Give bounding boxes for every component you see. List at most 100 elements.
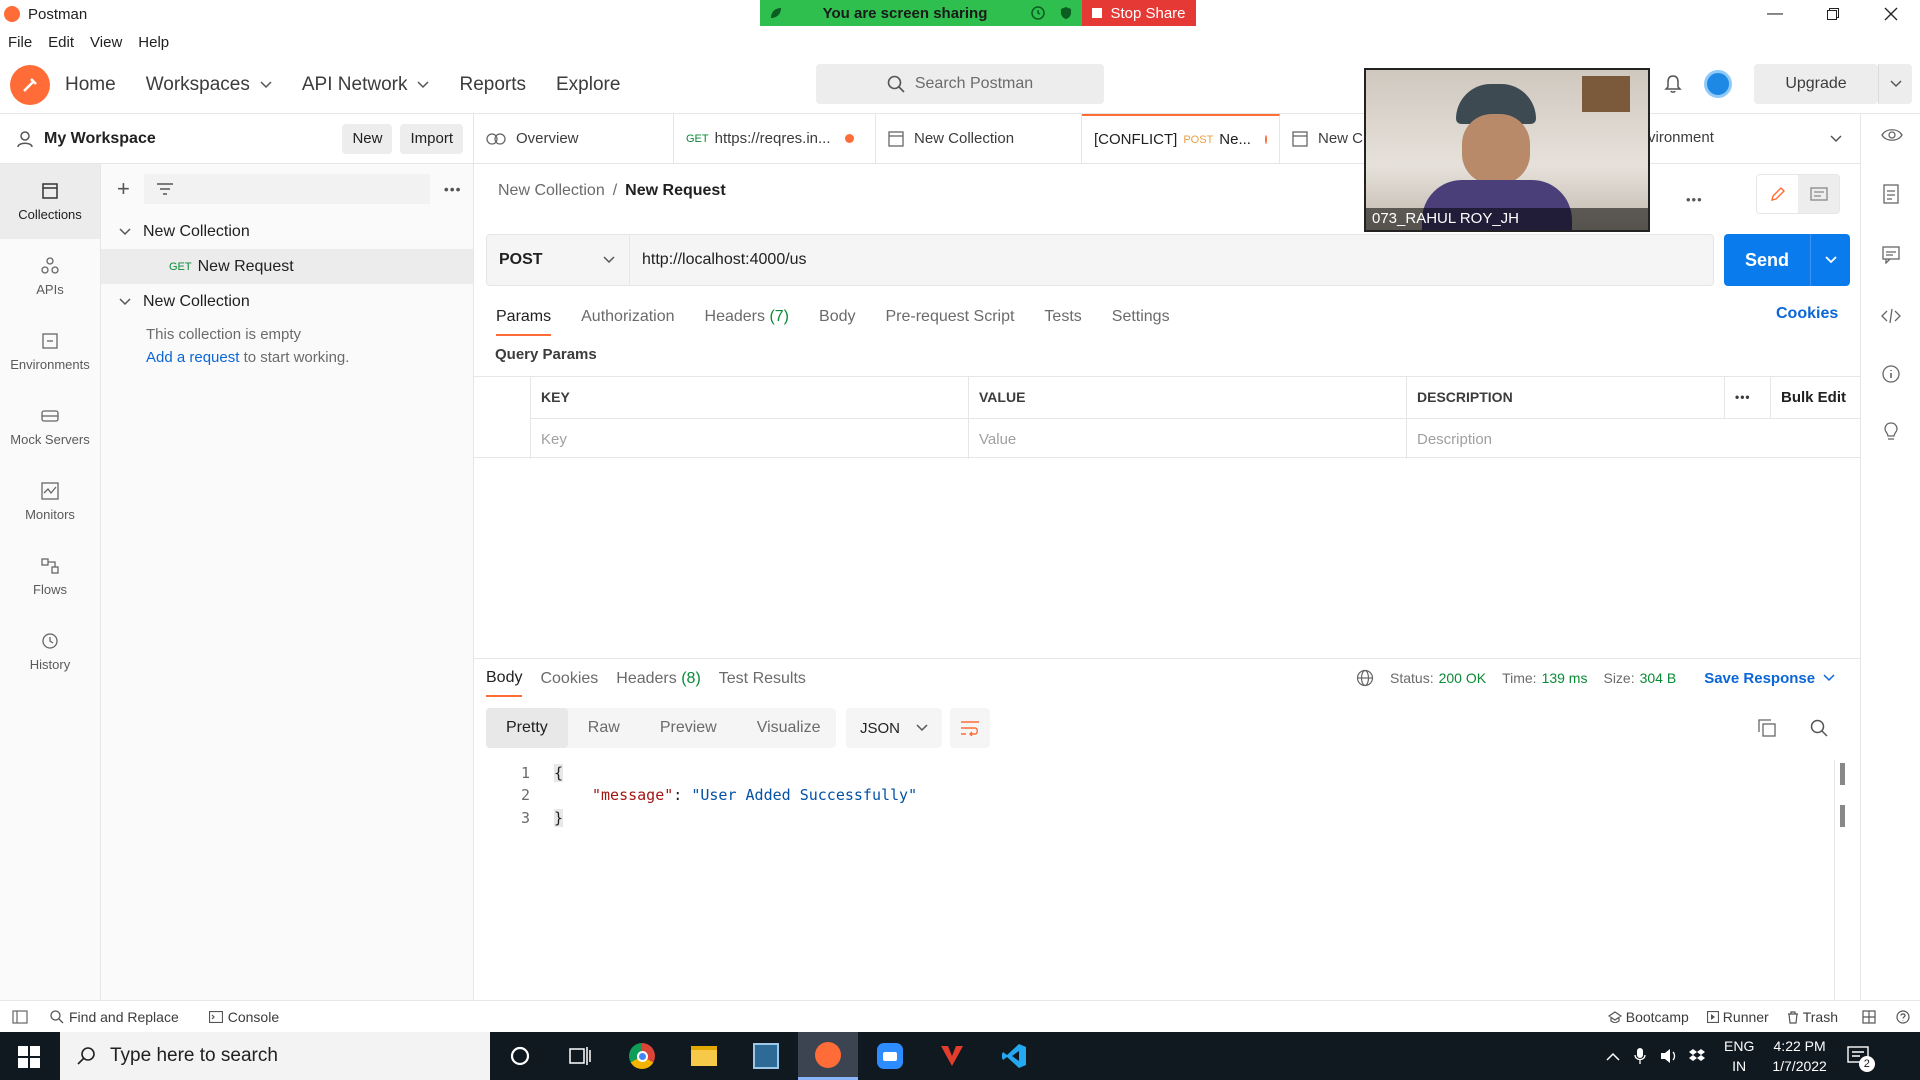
view-docs-icon[interactable] (1798, 175, 1839, 213)
layout-icon[interactable] (1862, 1010, 1876, 1024)
taskbar-search-input[interactable]: Type here to search (60, 1032, 490, 1080)
task-view-icon[interactable] (550, 1032, 610, 1080)
more-icon[interactable]: ••• (1686, 192, 1703, 207)
tab-pre-request-script[interactable]: Pre-request Script (885, 308, 1014, 326)
scrollbar-thumb[interactable] (1840, 805, 1845, 827)
sidebar-toggle-icon[interactable] (12, 1009, 28, 1024)
edit-icon[interactable] (1757, 175, 1798, 213)
bootcamp-button[interactable]: Bootcamp (1607, 1009, 1689, 1025)
url-input[interactable]: http://localhost:4000/us (630, 234, 1714, 286)
resp-tab-test-results[interactable]: Test Results (719, 670, 806, 688)
view-visualize[interactable]: Visualize (737, 708, 841, 748)
tab-headers[interactable]: Headers (7) (705, 308, 790, 326)
view-pretty[interactable]: Pretty (486, 708, 568, 748)
file-explorer-icon[interactable] (674, 1032, 734, 1080)
menu-help[interactable]: Help (138, 34, 169, 51)
wrap-lines-icon[interactable] (950, 708, 990, 748)
video-participant[interactable]: 073_RAHUL ROY_JH (1364, 68, 1650, 232)
view-raw[interactable]: Raw (568, 708, 640, 748)
tab-body[interactable]: Body (819, 308, 855, 326)
sidebar-item-mock-servers[interactable]: Mock Servers (0, 389, 100, 464)
chrome-icon[interactable] (612, 1032, 672, 1080)
console-button[interactable]: Console (208, 1009, 279, 1025)
windows-start-icon[interactable] (18, 1046, 40, 1068)
menu-edit[interactable]: Edit (48, 34, 74, 51)
globe-icon[interactable] (1356, 669, 1374, 687)
sidebar-item-monitors[interactable]: Monitors (0, 464, 100, 539)
cookies-link[interactable]: Cookies (1776, 305, 1838, 323)
sidebar-item-history[interactable]: History (0, 614, 100, 689)
nav-reports[interactable]: Reports (459, 74, 526, 96)
zoom-icon[interactable] (860, 1032, 920, 1080)
response-body[interactable]: 1 2 3 { "message": "User Added Successfu… (486, 760, 1846, 1000)
sidebar-item-apis[interactable]: APIs (0, 239, 100, 314)
collection-item[interactable]: New Collection (101, 214, 473, 249)
runner-button[interactable]: Runner (1706, 1009, 1769, 1025)
language-indicator[interactable]: ENG IN (1724, 1036, 1754, 1076)
speaker-icon[interactable] (1660, 1048, 1678, 1064)
help-icon[interactable] (1896, 1010, 1910, 1024)
microphone-icon[interactable] (1634, 1047, 1646, 1065)
vivaldi-icon[interactable] (922, 1032, 982, 1080)
save-response-button[interactable]: Save Response (1704, 670, 1815, 687)
resp-tab-headers[interactable]: Headers (8) (616, 670, 701, 688)
description-input[interactable]: Description (1406, 418, 1860, 459)
method-select[interactable]: POST (486, 234, 630, 286)
more-icon[interactable]: ••• (1724, 377, 1770, 418)
vscode-icon[interactable] (984, 1032, 1044, 1080)
tab-reqres[interactable]: GET https://reqres.in... (674, 113, 876, 164)
mysql-workbench-icon[interactable] (736, 1032, 796, 1080)
key-input[interactable]: Key (530, 418, 968, 459)
nav-explore[interactable]: Explore (556, 74, 620, 96)
tab-new-collection[interactable]: New Collection (876, 113, 1082, 164)
import-button[interactable]: Import (400, 124, 463, 154)
request-item[interactable]: GET New Request (101, 249, 473, 284)
add-icon[interactable]: + (117, 176, 130, 202)
lightbulb-icon[interactable] (1882, 422, 1900, 442)
stop-share-button[interactable]: Stop Share (1082, 0, 1196, 26)
nav-workspaces[interactable]: Workspaces (146, 74, 272, 96)
upgrade-dropdown[interactable] (1878, 64, 1912, 104)
close-icon[interactable] (1862, 7, 1920, 21)
filter-input[interactable] (143, 174, 430, 204)
menu-view[interactable]: View (90, 34, 122, 51)
tab-overview[interactable]: Overview (474, 113, 674, 164)
chevron-down-icon[interactable] (1823, 674, 1835, 682)
collection-item[interactable]: New Collection (101, 284, 473, 319)
eye-icon[interactable] (1881, 128, 1903, 142)
nav-home[interactable]: Home (65, 74, 116, 96)
avatar[interactable] (1704, 70, 1732, 98)
postman-taskbar-icon[interactable] (798, 1032, 858, 1080)
chevron-down-icon[interactable] (1830, 135, 1842, 143)
info-icon[interactable] (1881, 364, 1901, 384)
cortana-icon[interactable] (490, 1032, 550, 1080)
resp-tab-body[interactable]: Body (486, 661, 523, 697)
environment-selector[interactable]: vironment (1648, 129, 1714, 146)
clock[interactable]: 4:22 PM 1/7/2022 (1772, 1036, 1827, 1076)
sidebar-item-collections[interactable]: Collections (0, 164, 100, 239)
add-request-link[interactable]: Add a request (146, 349, 239, 366)
new-button[interactable]: New (342, 124, 393, 154)
chevron-up-icon[interactable] (1606, 1051, 1620, 1061)
sidebar-item-flows[interactable]: Flows (0, 539, 100, 614)
more-icon[interactable]: ••• (444, 181, 462, 197)
code-icon[interactable] (1881, 308, 1901, 324)
postman-logo-icon[interactable] (10, 64, 50, 105)
tab-settings[interactable]: Settings (1112, 308, 1170, 326)
minimize-icon[interactable]: — (1746, 5, 1804, 23)
tab-conflict-request[interactable]: [CONFLICT] POST Ne... (1082, 113, 1280, 164)
comments-icon[interactable] (1882, 246, 1900, 264)
search-input[interactable]: Search Postman (816, 64, 1104, 104)
format-select[interactable]: JSON (846, 708, 942, 748)
notifications-icon[interactable]: 2 (1847, 1046, 1875, 1072)
tab-authorization[interactable]: Authorization (581, 308, 674, 326)
send-dropdown[interactable] (1810, 234, 1850, 286)
scrollbar-thumb[interactable] (1840, 763, 1845, 785)
nav-api-network[interactable]: API Network (302, 74, 430, 96)
sidebar-item-environments[interactable]: Environments (0, 314, 100, 389)
send-button[interactable]: Send (1724, 234, 1850, 286)
bell-icon[interactable] (1664, 74, 1682, 94)
value-input[interactable]: Value (968, 418, 1406, 459)
resp-tab-cookies[interactable]: Cookies (540, 670, 598, 688)
upgrade-button[interactable]: Upgrade (1754, 64, 1878, 104)
